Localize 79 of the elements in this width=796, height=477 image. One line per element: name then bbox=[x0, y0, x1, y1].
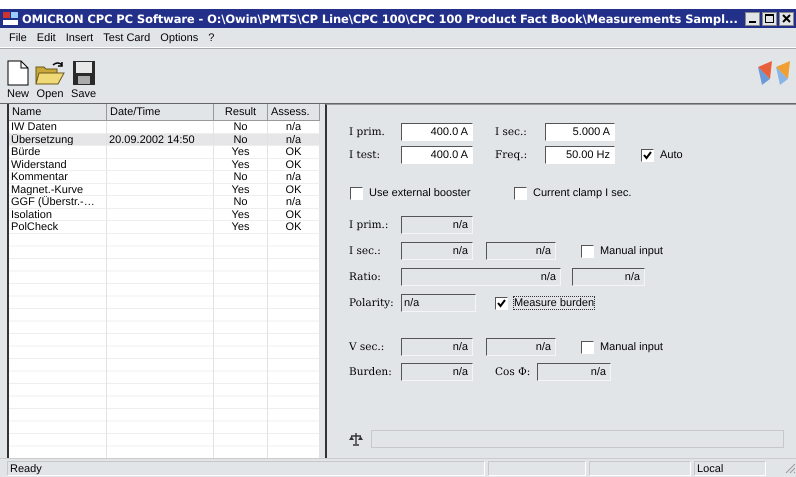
column-header[interactable]: Result bbox=[214, 104, 268, 121]
menu-item[interactable]: Test Card bbox=[98, 32, 156, 44]
field-label: I prim. bbox=[349, 126, 386, 138]
toolbar-button[interactable]: Open bbox=[32, 60, 68, 100]
input-field[interactable]: 50.00 Hz bbox=[545, 146, 615, 164]
table-cell: Isolation bbox=[9, 208, 107, 221]
table-cell: OK bbox=[268, 184, 320, 196]
table-cell: OK bbox=[268, 208, 320, 221]
minimize-icon bbox=[749, 20, 756, 22]
menu-item[interactable]: ? bbox=[203, 32, 220, 44]
table-cell: n/a bbox=[268, 196, 320, 208]
input-field[interactable]: 400.0 A bbox=[401, 123, 473, 141]
field-label: I sec.: bbox=[495, 126, 528, 138]
field-label: I test: bbox=[349, 149, 382, 161]
close-icon bbox=[782, 14, 791, 23]
toolbar-button[interactable]: Save bbox=[68, 60, 100, 100]
table-cell: Bürde bbox=[9, 146, 107, 158]
field-label: Polarity: bbox=[349, 297, 395, 309]
table-cell: No bbox=[214, 134, 268, 146]
menu-item[interactable]: Insert bbox=[60, 32, 98, 44]
app-icon bbox=[3, 12, 19, 26]
status-mode: Local bbox=[694, 460, 766, 476]
table-cell: n/a bbox=[268, 134, 320, 146]
menu-item[interactable]: Options bbox=[155, 32, 204, 44]
field-label: Freq.: bbox=[495, 149, 528, 161]
field-label: Ratio: bbox=[349, 271, 382, 283]
document-icon bbox=[7, 60, 29, 86]
table-cell: Widerstand bbox=[9, 158, 107, 171]
table-cell: n/a bbox=[268, 171, 320, 184]
table-row[interactable]: Übersetzung 20.09.2002 14:50 No n/a bbox=[9, 134, 320, 146]
table-row[interactable]: Kommentar No n/a bbox=[9, 171, 320, 184]
table-row[interactable]: Widerstand Yes OK bbox=[9, 158, 320, 171]
table-cell: Kommentar bbox=[9, 171, 107, 184]
maximize-icon bbox=[765, 14, 774, 23]
table-cell: No bbox=[214, 196, 268, 208]
table-row[interactable]: GGF (Überstr.-… No n/a bbox=[9, 196, 320, 208]
table-cell: Yes bbox=[214, 158, 268, 171]
folder-icon bbox=[35, 60, 66, 86]
check-icon bbox=[497, 298, 506, 308]
field-label: Burden: bbox=[349, 366, 393, 378]
input-field[interactable]: 5.000 A bbox=[545, 123, 615, 141]
table-cell: Yes bbox=[214, 184, 268, 196]
table-cell: Yes bbox=[214, 146, 268, 158]
table-cell: No bbox=[214, 171, 268, 184]
menu-item[interactable]: File bbox=[4, 32, 32, 44]
maximize-button[interactable] bbox=[762, 12, 777, 26]
field-label: I sec.: bbox=[349, 245, 382, 257]
input-field[interactable]: 400.0 A bbox=[401, 146, 473, 164]
column-header[interactable]: Assess. bbox=[268, 104, 320, 121]
table-cell: 20.09.2002 14:50 bbox=[107, 134, 214, 146]
scale-icon bbox=[349, 432, 363, 446]
column-header[interactable]: Date/Time bbox=[107, 104, 214, 121]
table-cell: Übersetzung bbox=[9, 134, 107, 146]
checkbox[interactable]: Manual input bbox=[580, 340, 664, 354]
table-cell: GGF (Überstr.-… bbox=[9, 196, 107, 208]
checkbox[interactable]: Auto bbox=[640, 148, 684, 162]
checkbox[interactable]: Current clamp I sec. bbox=[513, 186, 632, 200]
status-message: Ready bbox=[7, 460, 485, 476]
table-cell: Magnet.-Kurve bbox=[9, 184, 107, 196]
minimize-button[interactable] bbox=[745, 12, 760, 26]
close-button[interactable] bbox=[779, 12, 794, 26]
checkbox[interactable]: Use external booster bbox=[349, 186, 513, 200]
field-label: Cos Φ: bbox=[495, 366, 532, 378]
column-header[interactable]: Name bbox=[9, 104, 107, 121]
table-row[interactable]: Isolation Yes OK bbox=[9, 208, 320, 221]
menu-item[interactable]: Edit bbox=[32, 32, 61, 44]
table-cell: Yes bbox=[214, 208, 268, 221]
window-title: OMICRON CPC PC Software - O:\Owin\PMTS\CP Line\CPC 100\CPC 100 Product Fact Book\Measurements Sampl... bbox=[22, 12, 739, 26]
checkbox[interactable]: Manual input bbox=[580, 244, 664, 258]
check-icon bbox=[643, 150, 652, 160]
table-cell: OK bbox=[268, 158, 320, 171]
resize-grip-icon[interactable] bbox=[784, 462, 796, 474]
field-label: I prim.: bbox=[349, 219, 390, 231]
checkbox[interactable]: Measure burden bbox=[494, 296, 596, 310]
field-label: V sec.: bbox=[349, 341, 386, 353]
table-row[interactable]: Bürde Yes OK bbox=[9, 146, 320, 158]
table-row[interactable]: Magnet.-Kurve Yes OK bbox=[9, 184, 320, 196]
table-cell: OK bbox=[268, 146, 320, 158]
toolbar-button[interactable]: New bbox=[4, 60, 32, 100]
